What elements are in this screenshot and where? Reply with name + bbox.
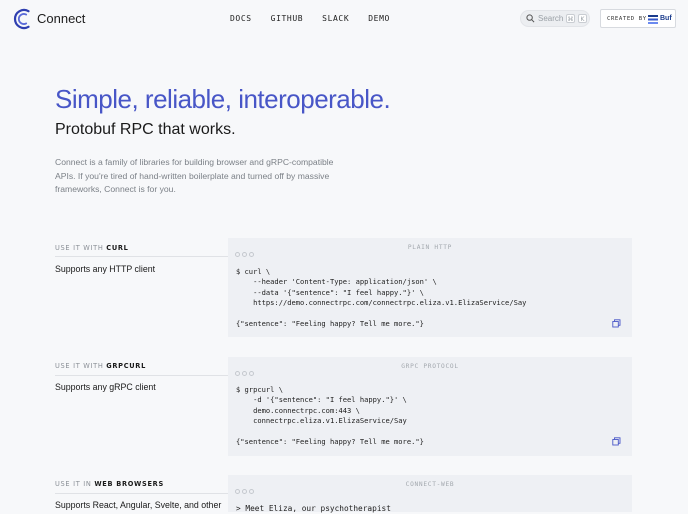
created-by-label: CREATED BY <box>607 16 647 22</box>
section-label-tool: WEB BROWSERS <box>94 480 164 488</box>
chat-demo-prompt: > Meet Eliza, our psychotherapist <box>236 504 391 513</box>
code-snippet-curl: $ curl \ --header 'Content-Type: applica… <box>236 267 527 329</box>
section-label-curl: USE IT WITH CURL <box>55 244 228 252</box>
hero-description: Connect is a family of libraries for bui… <box>55 157 334 194</box>
panel-title: GRPC PROTOCOL <box>401 363 459 370</box>
nav-link-demo[interactable]: DEMO <box>368 14 390 23</box>
code-panel-grpc-protocol: GRPC PROTOCOL $ grpcurl \ -d '{"sentence… <box>228 357 632 456</box>
shortcut-key-cmd: ⌘ <box>566 14 575 23</box>
section-label-tool: CURL <box>106 244 129 252</box>
brand-name[interactable]: Connect <box>37 11 85 26</box>
hero-subtitle: Protobuf RPC that works. <box>55 121 236 138</box>
code-panel-plain-http: PLAIN HTTP $ curl \ --header 'Content-Ty… <box>228 238 632 337</box>
copy-icon[interactable] <box>612 319 621 328</box>
section-label-grpcurl: USE IT WITH GRPCURL <box>55 362 228 370</box>
panel-header: CONNECT-WEB <box>228 475 632 494</box>
section-label-prefix: USE IT WITH <box>55 244 104 252</box>
panel-title: PLAIN HTTP <box>407 244 453 251</box>
buf-logo-icon <box>648 15 658 24</box>
section-heading-grpcurl: Supports any gRPC client <box>55 382 156 392</box>
connect-logo-icon[interactable] <box>12 8 34 30</box>
search-icon <box>526 14 535 23</box>
panel-header: GRPC PROTOCOL <box>228 357 632 376</box>
nav-link-github[interactable]: GITHUB <box>271 14 304 23</box>
section-label-prefix: USE IT IN <box>55 480 92 488</box>
created-by-buf-badge[interactable]: CREATED BY Buf <box>600 9 676 28</box>
section-divider <box>55 375 228 376</box>
section-label-tool: GRPCURL <box>106 362 146 370</box>
section-label-prefix: USE IT WITH <box>55 362 104 370</box>
section-divider <box>55 256 228 257</box>
panel-header: PLAIN HTTP <box>228 238 632 257</box>
shortcut-key-k: K <box>578 14 587 23</box>
nav-link-docs[interactable]: DOCS <box>230 14 252 23</box>
nav-links: DOCS GITHUB SLACK DEMO <box>230 14 409 23</box>
section-heading-web: Supports React, Angular, Svelte, and oth… <box>55 500 222 510</box>
section-label-web-browsers: USE IT IN WEB BROWSERS <box>55 480 228 488</box>
code-panel-connect-web: CONNECT-WEB > Meet Eliza, our psychother… <box>228 475 632 513</box>
section-heading-curl: Supports any HTTP client <box>55 264 156 274</box>
nav-link-slack[interactable]: SLACK <box>322 14 349 23</box>
hero-title: Simple, reliable, interoperable. <box>55 84 391 114</box>
search-placeholder: Search <box>538 14 564 23</box>
buf-name: Buf <box>660 15 672 22</box>
search-box[interactable]: Search ⌘ K <box>520 10 590 27</box>
section-divider <box>55 493 228 494</box>
panel-title: CONNECT-WEB <box>405 481 455 488</box>
code-snippet-grpcurl: $ grpcurl \ -d '{"sentence": "I feel hap… <box>236 385 424 447</box>
copy-icon[interactable] <box>612 437 621 446</box>
top-navigation: Connect DOCS GITHUB SLACK DEMO Search ⌘ … <box>0 0 688 38</box>
